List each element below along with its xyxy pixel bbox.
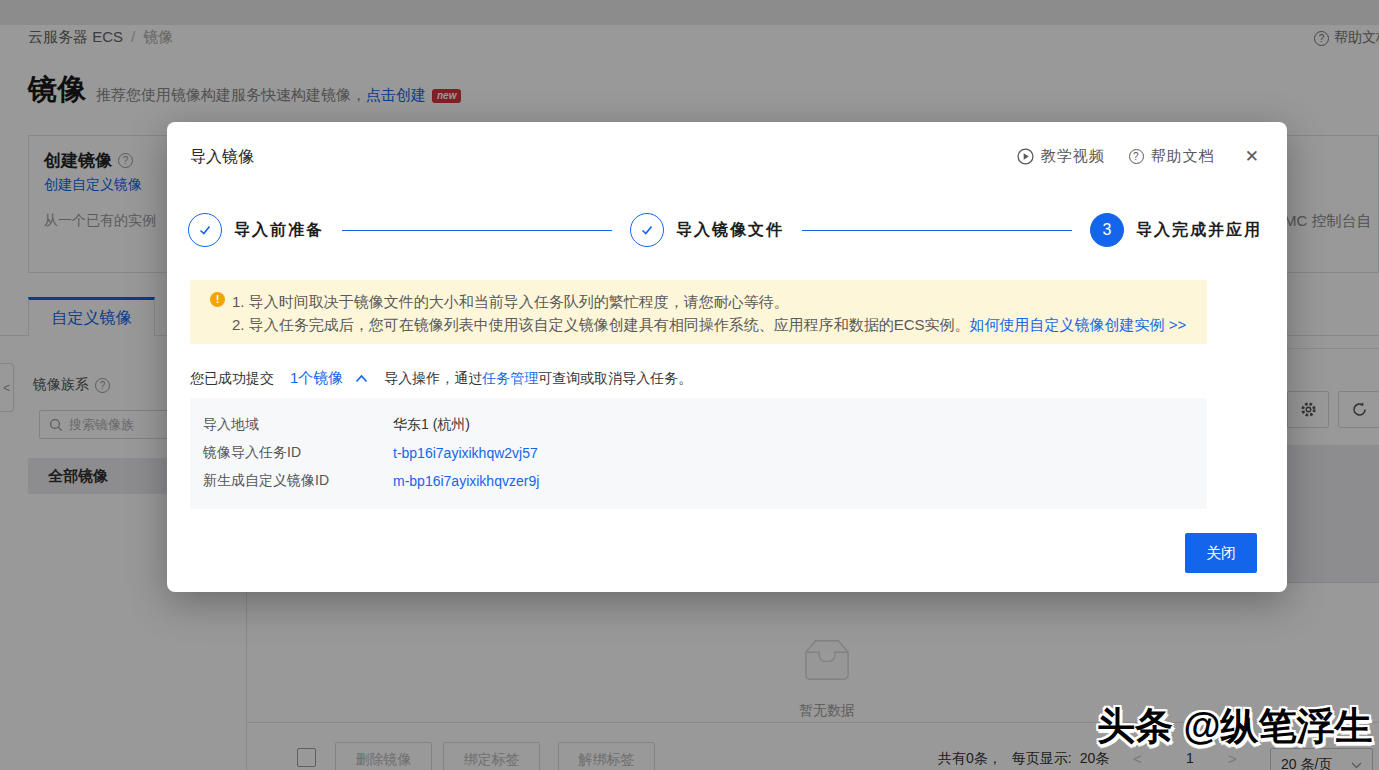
step-2: 导入镜像文件	[630, 213, 784, 247]
tutorial-video-link[interactable]: 教学视频	[1017, 147, 1105, 166]
question-icon: ?	[1129, 149, 1144, 164]
chevron-up-icon[interactable]	[355, 374, 368, 383]
dialog-title: 导入镜像	[190, 147, 254, 168]
play-icon	[1017, 148, 1034, 165]
step-done-icon	[188, 213, 222, 247]
info-row-region: 导入地域 华东1 (杭州)	[190, 411, 1207, 439]
import-image-dialog: 导入镜像 教学视频 ? 帮助文档 ✕ 导入前准备 导入镜像文件 3 导入	[167, 122, 1287, 592]
watermark: 头条 @纵笔浮生	[1097, 701, 1373, 752]
close-icon[interactable]: ✕	[1245, 148, 1259, 165]
step-1: 导入前准备	[188, 213, 324, 247]
wizard-stepper: 导入前准备 导入镜像文件 3 导入完成并应用	[188, 213, 1262, 247]
how-to-use-link[interactable]: 如何使用自定义镜像创建实例 >>	[970, 316, 1187, 333]
info-row-task-id: 镜像导入任务ID t-bp16i7ayixikhqw2vj57	[190, 439, 1207, 467]
image-id-link[interactable]: m-bp16i7ayixikhqvzer9j	[393, 473, 539, 489]
step-done-icon	[630, 213, 664, 247]
close-button[interactable]: 关闭	[1185, 533, 1257, 573]
task-id-link[interactable]: t-bp16i7ayixikhqw2vj57	[393, 445, 538, 461]
submit-result-line: 您已成功提交 1个镜像 导入操作，通过任务管理可查询或取消导入任务。	[190, 369, 692, 388]
import-info-box: 导入地域 华东1 (杭州) 镜像导入任务ID t-bp16i7ayixikhqw…	[190, 398, 1207, 509]
step-number: 3	[1090, 213, 1124, 247]
task-manage-link[interactable]: 任务管理	[482, 370, 538, 386]
image-count-link[interactable]: 1个镜像	[290, 369, 343, 388]
info-row-image-id: 新生成自定义镜像ID m-bp16i7ayixikhqvzer9j	[190, 467, 1207, 495]
help-doc-link-modal[interactable]: ? 帮助文档	[1129, 147, 1215, 166]
warning-icon: !	[210, 292, 225, 307]
step-3: 3 导入完成并应用	[1090, 213, 1262, 247]
notice-banner: ! 1. 导入时间取决于镜像文件的大小和当前导入任务队列的繁忙程度，请您耐心等待…	[190, 280, 1207, 344]
